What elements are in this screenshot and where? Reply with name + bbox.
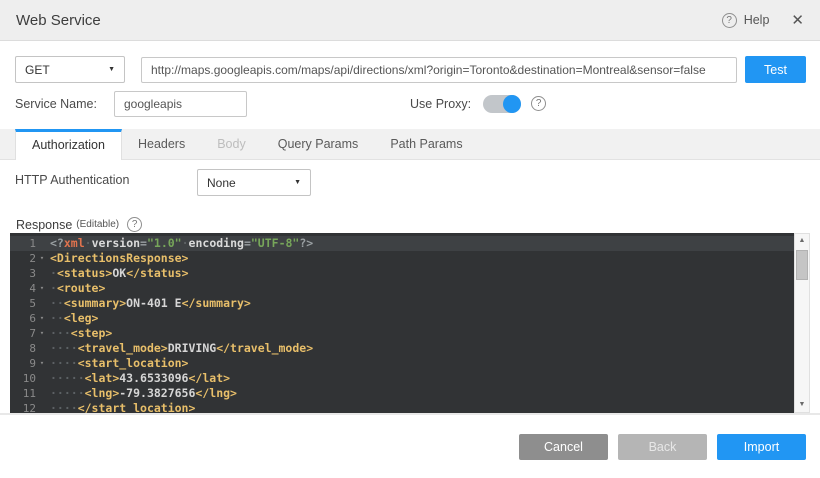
http-authentication-row: HTTP Authentication [15,173,129,187]
url-input[interactable] [141,57,737,83]
web-service-dialog: Web Service ? Help ✕ GET ▼ Test Service … [0,0,820,478]
code-text: ····<start_location> [48,356,188,371]
line-number: 10 [10,371,36,386]
line-number: 12 [10,401,36,413]
code-line: 3 ·<status>OK</status> [10,266,794,281]
code-text: ·····<lng>-79.3827656</lng> [48,386,237,401]
import-button[interactable]: Import [717,434,806,460]
code-text: ··<summary>ON-401 E</summary> [48,296,251,311]
http-method-select[interactable]: GET ▼ [15,56,125,83]
fold-arrow-icon[interactable]: ▾ [36,281,48,296]
fold-gutter [36,236,48,251]
tab-bar: AuthorizationHeadersBodyQuery ParamsPath… [0,129,820,160]
code-text: ·<route> [48,281,105,296]
line-number: 2 [10,251,36,266]
line-number: 5 [10,296,36,311]
dialog-content: GET ▼ Test Service Name: Use Proxy: ? Au… [0,41,820,413]
response-editor[interactable]: 1<?xml·version="1.0"·encoding="UTF-8"?>2… [10,233,810,413]
code-text: ····</start_location> [48,401,195,413]
code-line: 9▾····<start_location> [10,356,794,371]
fold-arrow-icon[interactable]: ▾ [36,356,48,371]
tab-headers[interactable]: Headers [122,129,201,160]
http-method-value: GET [25,63,50,77]
fold-gutter [36,386,48,401]
fold-gutter [36,371,48,386]
line-number: 11 [10,386,36,401]
dialog-header: Web Service ? Help ✕ [0,0,820,41]
back-button[interactable]: Back [618,434,707,460]
fold-gutter [36,296,48,311]
page-title: Web Service [16,12,101,29]
http-authentication-select[interactable]: None ▼ [197,169,311,196]
use-proxy-toggle[interactable] [483,95,521,113]
fold-arrow-icon[interactable]: ▾ [36,311,48,326]
fold-gutter [36,341,48,356]
tab-path-params[interactable]: Path Params [374,129,478,160]
code-line: 5 ··<summary>ON-401 E</summary> [10,296,794,311]
code-line: 12 ····</start_location> [10,401,794,413]
code-area[interactable]: 1<?xml·version="1.0"·encoding="UTF-8"?>2… [10,233,794,413]
chevron-down-icon: ▼ [294,179,301,186]
line-number: 1 [10,236,36,251]
code-text: <DirectionsResponse> [48,251,188,266]
code-text: <?xml·version="1.0"·encoding="UTF-8"?> [48,236,313,251]
code-text: ··<leg> [48,311,98,326]
use-proxy-label: Use Proxy: [410,97,471,111]
toggle-knob [503,95,521,113]
scroll-up-icon[interactable]: ▲ [795,234,809,248]
line-number: 8 [10,341,36,356]
editor-scrollbar[interactable]: ▲ ▼ [794,233,810,413]
response-question-icon[interactable]: ? [127,217,142,232]
close-icon[interactable]: ✕ [791,13,804,28]
code-text: ····<travel_mode>DRIVING</travel_mode> [48,341,313,356]
tab-query-params[interactable]: Query Params [262,129,375,160]
chevron-down-icon: ▼ [108,66,115,73]
response-editable-note: (Editable) [76,219,119,230]
test-button[interactable]: Test [745,56,806,83]
code-line: 6▾··<leg> [10,311,794,326]
service-name-label: Service Name: [15,97,97,111]
line-number: 3 [10,266,36,281]
code-line: 11 ·····<lng>-79.3827656</lng> [10,386,794,401]
scrollbar-thumb[interactable] [796,250,808,280]
scrollbar-track[interactable] [795,248,809,398]
code-line: 4▾·<route> [10,281,794,296]
code-line: 10 ·····<lat>43.6533096</lat> [10,371,794,386]
cancel-button[interactable]: Cancel [519,434,608,460]
tab-body: Body [201,129,262,160]
code-text: ···<step> [48,326,112,341]
code-text: ·····<lat>43.6533096</lat> [48,371,230,386]
code-line: 7▾···<step> [10,326,794,341]
line-number: 7 [10,326,36,341]
response-label: Response [16,218,72,232]
fold-arrow-icon[interactable]: ▾ [36,326,48,341]
service-name-input[interactable] [114,91,247,117]
code-line: 1 <?xml·version="1.0"·encoding="UTF-8"?> [10,236,794,251]
tab-authorization[interactable]: Authorization [15,129,122,160]
use-proxy-group: Use Proxy: ? [410,95,546,113]
help-link[interactable]: Help [744,13,770,27]
line-number: 9 [10,356,36,371]
http-authentication-value: None [207,176,236,190]
line-number: 4 [10,281,36,296]
line-number: 6 [10,311,36,326]
http-authentication-label: HTTP Authentication [15,173,129,187]
fold-arrow-icon[interactable]: ▾ [36,251,48,266]
service-name-row: Service Name: Use Proxy: ? [15,90,806,117]
help-question-icon[interactable]: ? [722,13,737,28]
footer-bar: Cancel Back Import [0,415,820,478]
code-text: ·<status>OK</status> [48,266,189,281]
code-line: 2▾<DirectionsResponse> [10,251,794,266]
fold-gutter [36,266,48,281]
proxy-question-icon[interactable]: ? [531,96,546,111]
response-label-row: Response (Editable) ? [16,217,142,232]
fold-gutter [36,401,48,413]
scroll-down-icon[interactable]: ▼ [795,398,809,412]
code-line: 8 ····<travel_mode>DRIVING</travel_mode> [10,341,794,356]
request-row: GET ▼ Test [15,56,806,83]
